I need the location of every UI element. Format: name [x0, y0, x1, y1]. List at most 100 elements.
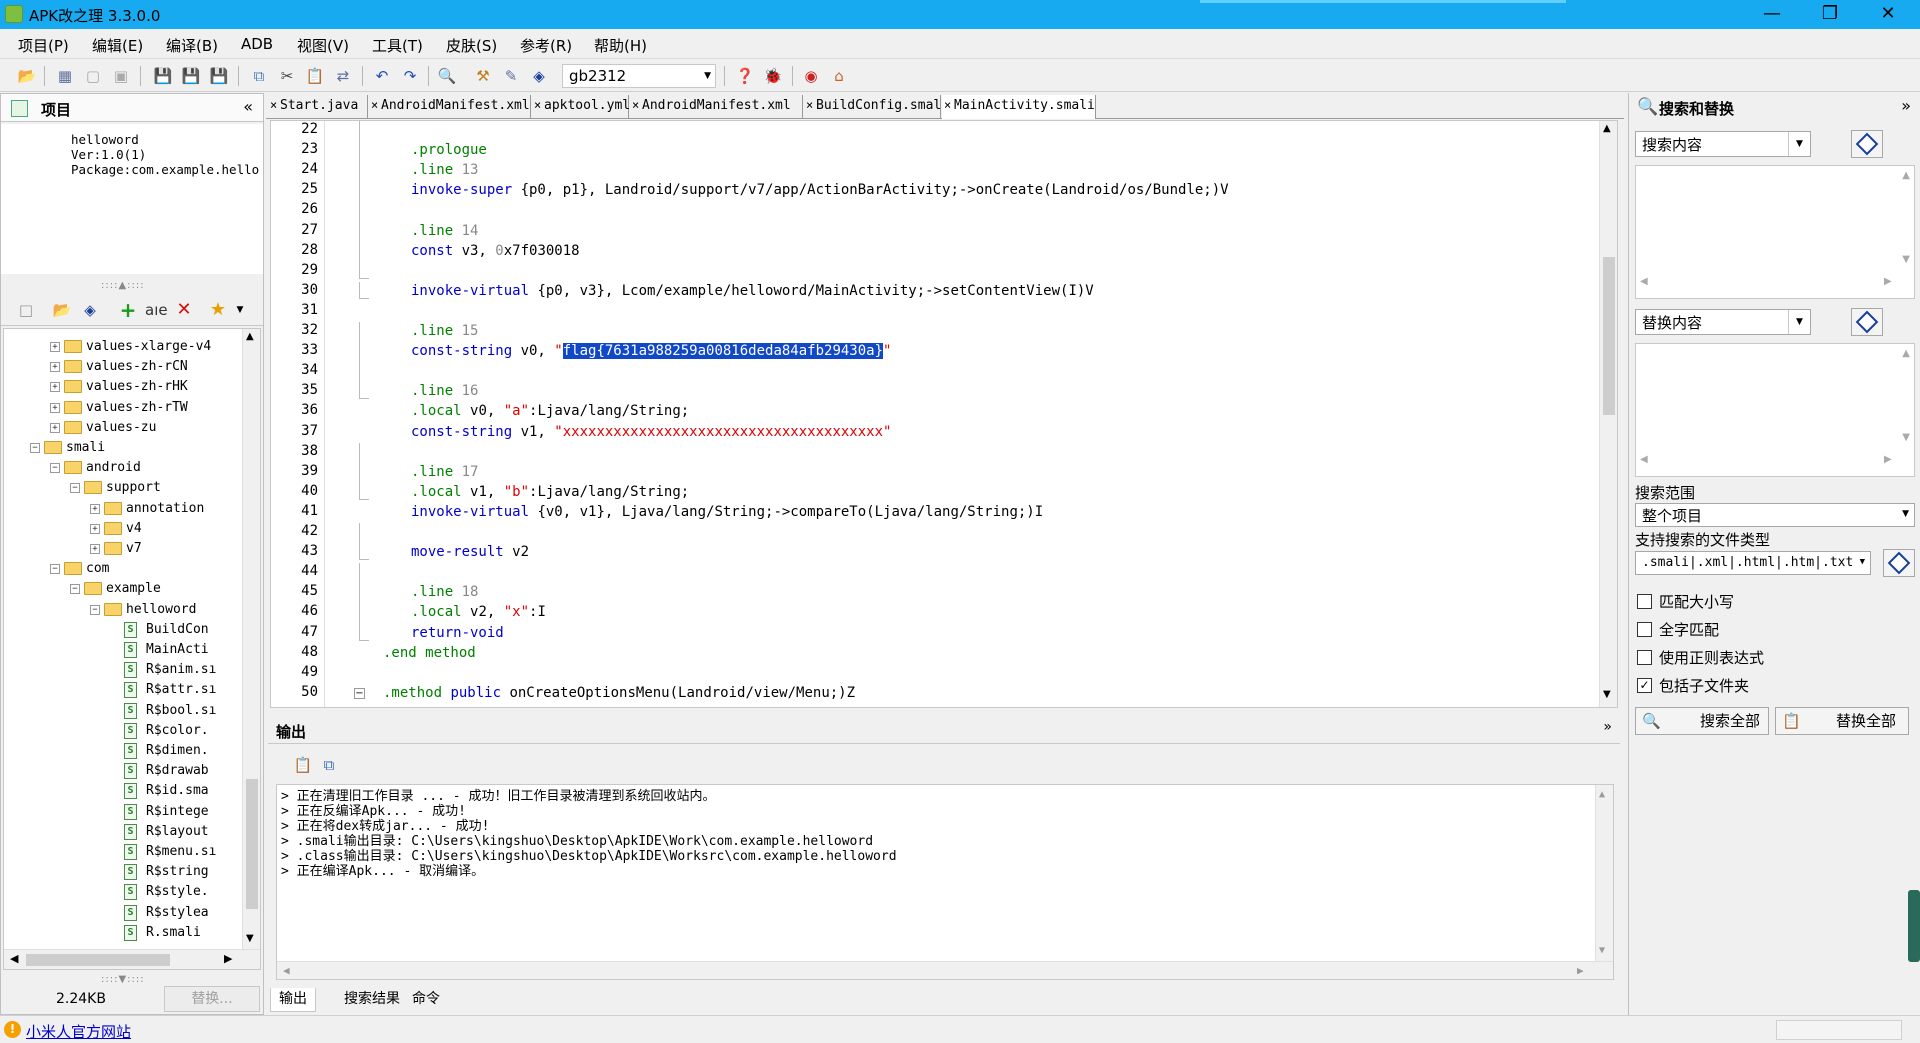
tree-file-item[interactable]: S R$id.sma	[4, 781, 240, 801]
filetypes-button[interactable]	[1883, 549, 1915, 577]
delete-icon[interactable]: ✕	[173, 299, 195, 321]
include-subfolders-checkbox[interactable]: ✓	[1637, 678, 1652, 693]
tree-folder-item[interactable]: + v7	[4, 539, 240, 559]
tab-search-results[interactable]: 搜索结果	[336, 988, 408, 1012]
menu-skin[interactable]: 皮肤(S)	[446, 35, 497, 56]
splitter-handle[interactable]: ::::▼::::	[101, 974, 145, 985]
save-as-icon[interactable]: 💾	[180, 65, 202, 87]
tree-file-item[interactable]: S R$color.	[4, 721, 240, 741]
goto-icon[interactable]: ◈	[79, 299, 101, 321]
search-content-combo[interactable]: 搜索内容 ▼	[1635, 131, 1811, 157]
close-button[interactable]: ✕	[1859, 0, 1917, 29]
menu-tools[interactable]: 工具(T)	[372, 35, 423, 56]
scroll-left-icon[interactable]: ◀	[10, 952, 18, 965]
tree-file-item[interactable]: S R$intege	[4, 802, 240, 822]
scroll-left-icon[interactable]: ◀	[1640, 276, 1648, 287]
favorite-star-icon[interactable]: ★	[207, 299, 229, 321]
replace-button[interactable]: 替换...	[164, 986, 260, 1012]
menu-help[interactable]: 帮助(H)	[594, 35, 647, 56]
scroll-up-icon[interactable]: ▲	[1902, 170, 1910, 181]
tree-folder-item[interactable]: + values-zu	[4, 418, 240, 438]
scroll-right-icon[interactable]: ▶	[1884, 276, 1892, 287]
tree-folder-item[interactable]: + values-xlarge-v4	[4, 337, 240, 357]
scroll-left-icon[interactable]: ◀	[283, 963, 290, 978]
editor-tab[interactable]: × AndroidManifest.xml	[630, 95, 803, 119]
tree-folder-item[interactable]: − com	[4, 559, 240, 579]
collapse-left-icon[interactable]: «	[243, 97, 253, 116]
editor-scroll-thumb[interactable]	[1603, 257, 1615, 415]
output-horizontal-scrollbar[interactable]: ◀ ▶	[277, 961, 1613, 979]
tree-folder-item[interactable]: + values-zh-rTW	[4, 398, 240, 418]
new-project-icon[interactable]: ▦	[54, 65, 76, 87]
expand-icon[interactable]: +	[50, 422, 60, 433]
scroll-down-icon[interactable]: ▼	[1599, 943, 1605, 958]
scroll-right-icon[interactable]: ▶	[1884, 454, 1892, 465]
tree-file-item[interactable]: S BuildCon	[4, 620, 240, 640]
home-icon[interactable]: ⌂	[828, 65, 850, 87]
save-all-icon[interactable]: 💾	[208, 65, 230, 87]
chevron-down-icon[interactable]: ▼	[1788, 132, 1810, 156]
weibo-icon[interactable]: ◉	[800, 65, 822, 87]
tree-file-item[interactable]: S R$string	[4, 862, 240, 882]
scroll-right-icon[interactable]: ▶	[224, 952, 232, 965]
editor-vertical-scrollbar[interactable]: ▲ ▼	[1599, 121, 1617, 707]
splitter-handle[interactable]: ::::▲::::	[101, 280, 145, 291]
filetypes-select[interactable]: .smali|.xml|.html|.htm|.txt ▼	[1635, 551, 1871, 575]
expand-icon[interactable]: +	[90, 544, 100, 554]
help-icon[interactable]: ❓	[734, 65, 756, 87]
expand-icon[interactable]: +	[90, 503, 100, 514]
menu-build[interactable]: 编译(B)	[166, 35, 218, 56]
tree-file-item[interactable]: S R$layout	[4, 822, 240, 842]
expand-icon[interactable]: +	[50, 382, 60, 393]
close-tab-icon[interactable]: ×	[632, 94, 639, 116]
tree-folder-item[interactable]: + values-zh-rHK	[4, 377, 240, 397]
tree-folder-item[interactable]: + annotation	[4, 499, 240, 519]
encoding-select[interactable]: gb2312 ▼	[562, 64, 716, 88]
scroll-up-icon[interactable]: ▲	[1603, 123, 1611, 134]
tab-command[interactable]: 命令	[404, 988, 448, 1012]
goto-icon[interactable]: ◈	[528, 65, 550, 87]
minimize-button[interactable]: —	[1743, 0, 1801, 29]
collapse-right-icon[interactable]: »	[1901, 96, 1911, 115]
scroll-down-icon[interactable]: ▼	[1902, 254, 1910, 265]
tree-file-item[interactable]: S R$bool.sı	[4, 701, 240, 721]
close-tab-icon[interactable]: ×	[944, 94, 951, 116]
new-file-icon[interactable]: □	[15, 299, 37, 321]
tree-scroll-thumb[interactable]	[246, 779, 258, 909]
tree-folder-item[interactable]: − example	[4, 579, 240, 599]
fold-collapse-icon[interactable]: −	[354, 687, 365, 699]
menu-reference[interactable]: 参考(R)	[520, 35, 572, 56]
tree-horizontal-scrollbar[interactable]: ◀ ▶	[4, 949, 260, 969]
cut-icon[interactable]: ✂	[276, 65, 298, 87]
tree-file-item[interactable]: S R$style.	[4, 882, 240, 902]
official-site-link[interactable]: 小米人官方网站	[26, 1021, 131, 1042]
find-icon[interactable]: 🔍	[436, 65, 458, 87]
search-input[interactable]: ▲ ▼ ◀ ▶	[1635, 165, 1915, 299]
scroll-down-icon[interactable]: ▼	[1902, 432, 1910, 443]
expand-icon[interactable]: +	[50, 362, 60, 373]
clear-output-icon[interactable]: 📋	[292, 754, 314, 776]
replace-all-button[interactable]: 📋 替换全部	[1775, 707, 1909, 735]
tree-vertical-scrollbar[interactable]: ▲ ▼	[242, 329, 260, 949]
tree-file-item[interactable]: S R$dimen.	[4, 741, 240, 761]
scroll-down-icon[interactable]: ▼	[246, 933, 254, 944]
tree-folder-item[interactable]: + values-zh-rCN	[4, 357, 240, 377]
tree-file-item[interactable]: S R$stylea	[4, 903, 240, 923]
collapse-icon[interactable]: −	[70, 483, 80, 494]
close-tab-icon[interactable]: ×	[534, 94, 541, 116]
scroll-left-icon[interactable]: ◀	[1640, 454, 1648, 465]
maximize-button[interactable]: ❐	[1801, 0, 1859, 29]
copy-icon[interactable]: ⧉	[248, 65, 270, 87]
tree-file-item[interactable]: S R$drawab	[4, 761, 240, 781]
menu-edit[interactable]: 编辑(E)	[92, 35, 143, 56]
tree-file-item[interactable]: S R.smali	[4, 923, 240, 943]
scope-select[interactable]: 整个项目 ▼	[1635, 503, 1915, 527]
copy-output-icon[interactable]: ⧉	[318, 754, 340, 776]
collapse-icon[interactable]: −	[30, 443, 40, 453]
editor-tab[interactable]: × BuildConfig.smali	[804, 95, 949, 119]
collapse-icon[interactable]: −	[90, 604, 100, 615]
tree-folder-item[interactable]: − android	[4, 458, 240, 478]
code-area[interactable]: .prologue .line 13 invoke-super {p0, p1}, …	[271, 121, 1617, 707]
close-tab-icon[interactable]: ×	[270, 94, 277, 116]
open-folder-icon[interactable]: 📂	[51, 299, 73, 321]
